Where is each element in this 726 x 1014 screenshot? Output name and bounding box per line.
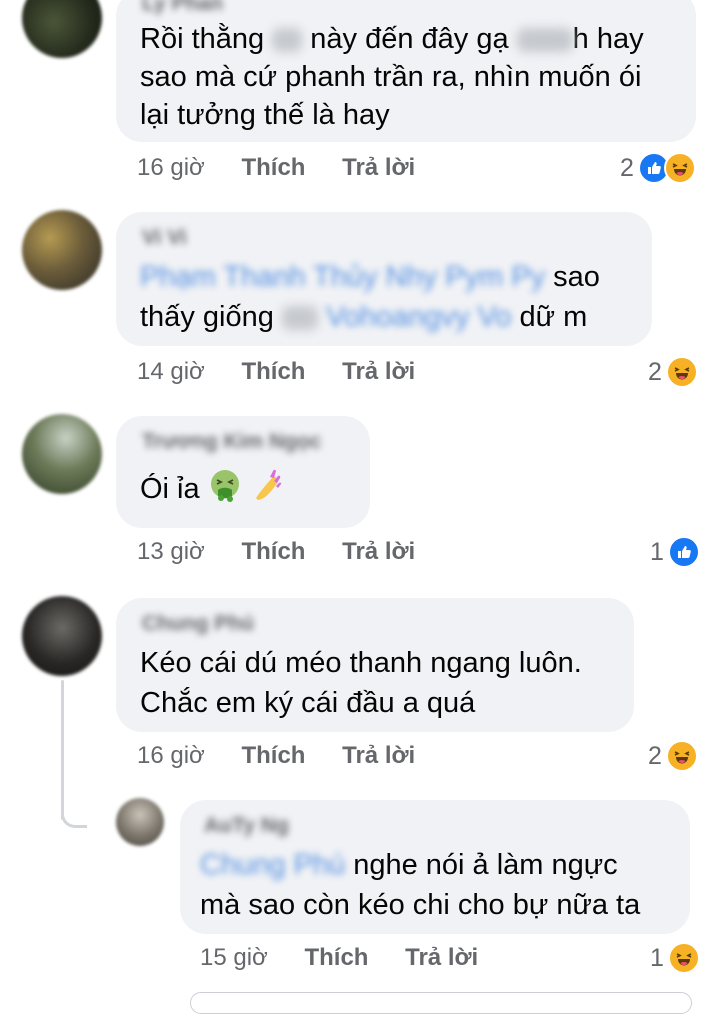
comment-text: lại tưởng thế là hay <box>140 99 390 131</box>
comment-author[interactable]: Trương Kim Ngọc <box>142 430 321 454</box>
comment-text: Rồi thằng này đến đây gạ h hay <box>140 23 644 55</box>
mention-tag[interactable]: Vohoangvy Vo <box>326 301 511 333</box>
reply-button[interactable]: Trả lời <box>405 944 478 972</box>
avatar[interactable] <box>116 798 164 846</box>
comment-text: Phạm Thanh Thủy Nhy Pym Py sao <box>140 261 600 293</box>
nail-polish-icon <box>252 468 284 513</box>
haha-icon <box>665 740 698 772</box>
reaction-count: 2 <box>648 741 662 770</box>
haha-icon <box>663 152 696 184</box>
thread-line <box>61 680 64 820</box>
comment-timestamp[interactable]: 15 giờ <box>200 944 268 972</box>
reply-button[interactable]: Trả lời <box>342 538 415 566</box>
comment-actions: 14 giờ Thích Trả lời <box>137 358 415 386</box>
reply-button[interactable]: Trả lời <box>342 154 415 182</box>
comment-timestamp[interactable]: 16 giờ <box>137 742 205 770</box>
reaction-summary[interactable]: 2 <box>620 150 696 186</box>
avatar[interactable] <box>22 210 102 290</box>
reaction-summary[interactable]: 1 <box>650 534 700 570</box>
mention-tag[interactable]: Phạm Thanh Thủy Nhy Pym Py <box>140 261 545 293</box>
like-button[interactable]: Thích <box>304 944 368 972</box>
reply-button[interactable]: Trả lời <box>342 742 415 770</box>
reaction-count: 1 <box>650 537 664 566</box>
thread-curve <box>61 806 87 828</box>
reaction-count: 2 <box>648 357 662 386</box>
reaction-summary[interactable]: 1 <box>650 940 700 976</box>
comment-actions: 16 giờ Thích Trả lời <box>137 154 415 182</box>
comment-text: thấy giống Vohoangvy Vo dữ m <box>140 301 588 333</box>
avatar[interactable] <box>22 0 102 58</box>
comment-author[interactable]: AuTy Ng <box>204 814 289 838</box>
reaction-count: 1 <box>650 943 664 972</box>
reaction-summary[interactable]: 2 <box>648 354 698 390</box>
comment-text: Ói ỉa <box>140 468 284 513</box>
comment-actions: 15 giờ Thích Trả lời <box>200 944 478 972</box>
comment-text: sao mà cứ phanh trần ra, nhìn muốn ói <box>140 61 642 93</box>
nauseated-face-icon <box>208 468 244 513</box>
comment-text: mà sao còn kéo chi cho bự nữa ta <box>200 889 641 921</box>
like-button[interactable]: Thích <box>241 358 305 386</box>
comment-timestamp[interactable]: 13 giờ <box>137 538 205 566</box>
comment-author[interactable]: Chung Phú <box>142 612 254 636</box>
comment-author[interactable]: Ly Phan <box>142 0 223 16</box>
comment-text: Chung Phú nghe nói ả làm ngực <box>200 849 618 881</box>
comment-text: Kéo cái dú méo thanh ngang luôn. <box>140 647 582 679</box>
comment-timestamp[interactable]: 16 giờ <box>137 154 205 182</box>
like-button[interactable]: Thích <box>241 538 305 566</box>
comment-actions: 16 giờ Thích Trả lời <box>137 742 415 770</box>
avatar[interactable] <box>22 596 102 676</box>
reaction-count: 2 <box>620 153 634 182</box>
reaction-summary[interactable]: 2 <box>648 738 698 774</box>
comment-text: Chắc em ký cái đầu a quá <box>140 687 476 719</box>
reply-input-edge[interactable] <box>190 992 692 1014</box>
like-button[interactable]: Thích <box>241 742 305 770</box>
like-icon <box>667 536 700 568</box>
mention-tag[interactable]: Chung Phú <box>200 849 345 881</box>
comment-actions: 13 giờ Thích Trả lời <box>137 538 415 566</box>
avatar[interactable] <box>22 414 102 494</box>
reply-button[interactable]: Trả lời <box>342 358 415 386</box>
like-button[interactable]: Thích <box>241 154 305 182</box>
comment-timestamp[interactable]: 14 giờ <box>137 358 205 386</box>
haha-icon <box>665 356 698 388</box>
comment-author[interactable]: Vi Vi <box>142 226 187 250</box>
haha-icon <box>667 942 700 974</box>
